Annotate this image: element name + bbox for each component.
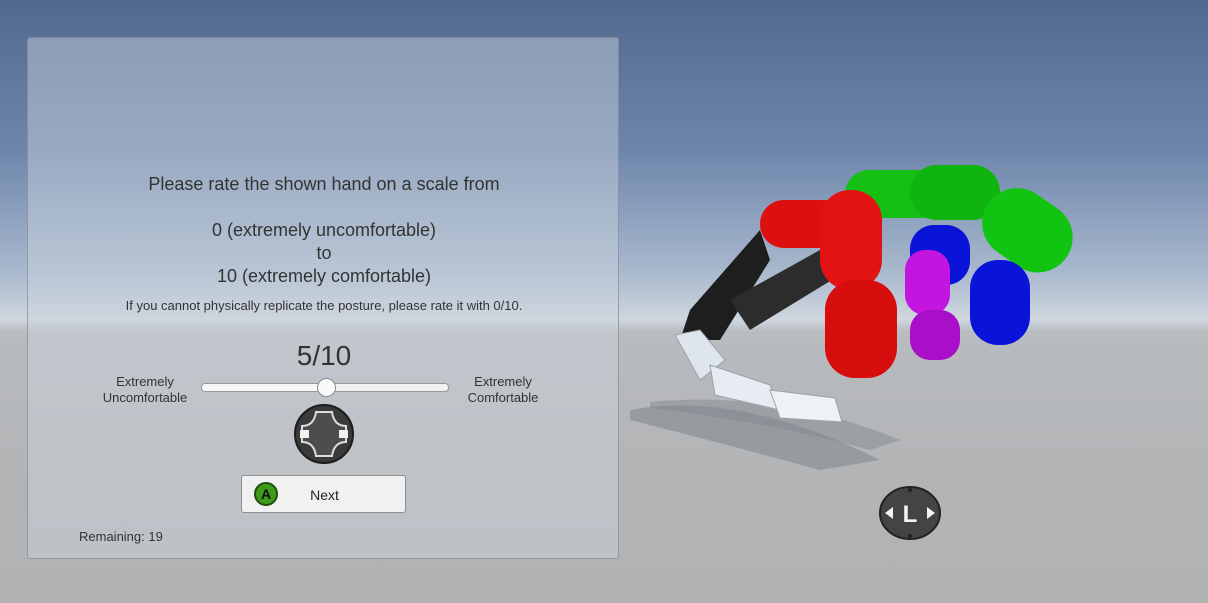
slider-min-label: Extremely Uncomfortable [102, 374, 188, 405]
slider-fill [202, 384, 325, 391]
next-button-label: Next [310, 487, 339, 503]
scale-to-text: to [316, 243, 332, 263]
slider-handle[interactable] [317, 378, 336, 397]
remaining-count: Remaining: 19 [79, 529, 163, 544]
slider-max-label: Extremely Comfortable [467, 374, 539, 405]
left-stick-letter: L [903, 501, 918, 528]
scale-max-text: 10 (extremely comfortable) [216, 266, 432, 286]
rating-panel: Please rate the shown hand on a scale fr… [27, 37, 619, 559]
instruction-note: If you cannot physically replicate the p… [125, 298, 523, 313]
rating-value: 5/10 [296, 340, 352, 371]
scale-min-text: 0 (extremely uncomfortable) [211, 220, 437, 240]
dpad-icon [294, 404, 354, 464]
hand-model [630, 165, 1073, 470]
next-button[interactable]: A Next [241, 475, 406, 513]
left-stick-icon: L [879, 486, 941, 540]
question-text: Please rate the shown hand on a scale fr… [148, 174, 500, 194]
rating-slider[interactable] [201, 378, 449, 397]
